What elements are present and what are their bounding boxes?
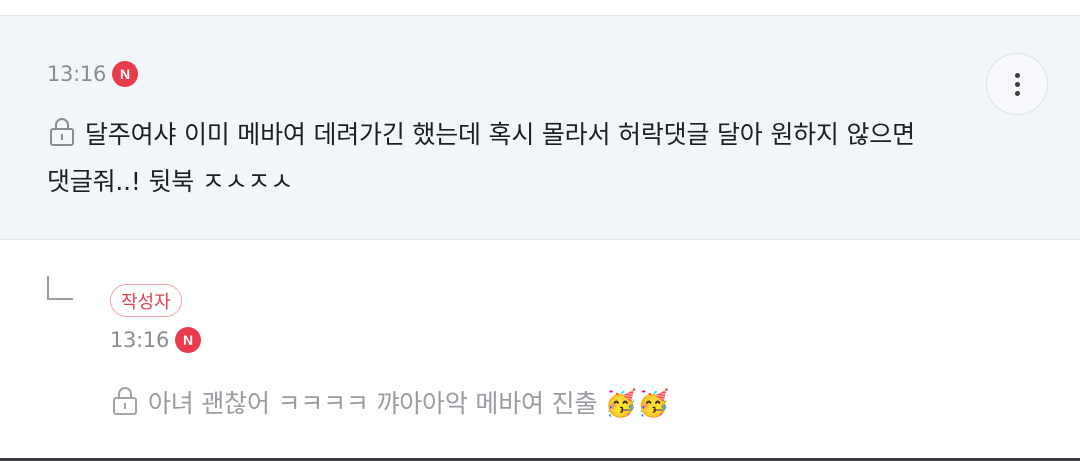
more-vertical-icon [1014, 72, 1020, 78]
reply-body: 아녀 괜찮어 ㅋㅋㅋㅋ 꺄아아악 메바여 진출 🥳🥳 [110, 380, 669, 428]
comment-body: 달주여샤 이미 메바여 데려가긴 했는데 혹시 몰라서 허락댓글 달아 원하지 … [47, 111, 915, 205]
author-badge: 작성자 [110, 284, 182, 317]
more-options-button[interactable] [986, 53, 1048, 115]
comment-meta: 13:16 N [47, 61, 139, 87]
comment-text-line2: 댓글줘..! 뒷북 ㅈㅅㅈㅅ [47, 167, 294, 196]
lock-icon [113, 387, 137, 415]
top-divider [0, 0, 1080, 16]
new-badge: N [175, 327, 202, 353]
comment-text-line1: 달주여샤 이미 메바여 데려가긴 했는데 혹시 몰라서 허락댓글 달아 원하지 … [85, 120, 915, 149]
lock-icon [50, 118, 74, 146]
comment-card: 13:16 N 달주여샤 이미 메바여 데려가긴 했는데 혹시 몰라서 허락댓글… [0, 16, 1080, 240]
new-badge: N [112, 61, 139, 87]
reply-meta: 13:16 N [110, 327, 202, 353]
reply-text: 아녀 괜찮어 ㅋㅋㅋㅋ 꺄아아악 메바여 진출 [148, 389, 598, 418]
reply-arrow-icon [47, 276, 73, 300]
comment-time: 13:16 [47, 62, 107, 86]
reply-time: 13:16 [110, 328, 170, 352]
party-face-emoji: 🥳🥳 [604, 389, 670, 419]
